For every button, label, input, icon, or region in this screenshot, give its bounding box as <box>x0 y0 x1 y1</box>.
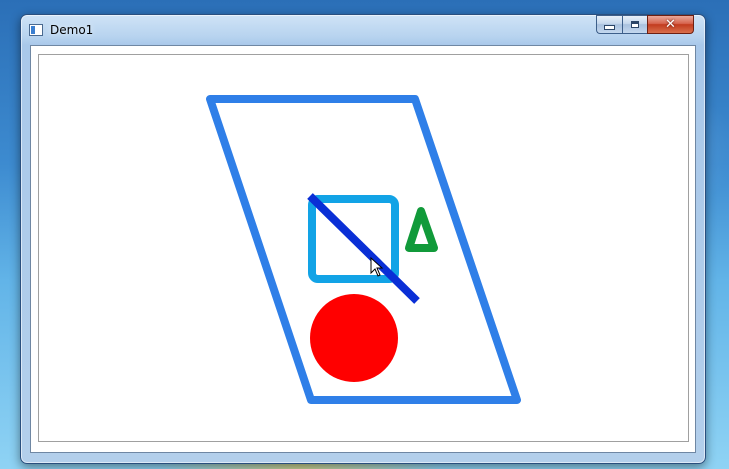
demo1-window: Demo1 ✕ <box>20 14 706 464</box>
triangle-shape[interactable] <box>405 207 438 252</box>
caption-buttons: ✕ <box>596 15 694 35</box>
drawing-canvas[interactable] <box>38 54 689 442</box>
minimize-button[interactable] <box>596 15 622 34</box>
minimize-icon <box>604 25 615 30</box>
maximize-button[interactable] <box>622 15 647 34</box>
window-title: Demo1 <box>50 23 94 37</box>
client-area[interactable] <box>30 45 696 453</box>
close-button[interactable]: ✕ <box>647 15 694 34</box>
app-icon[interactable] <box>29 24 43 36</box>
close-icon: ✕ <box>665 17 676 32</box>
maximize-icon <box>631 21 639 28</box>
shapes-drawing <box>206 95 521 404</box>
title-bar[interactable]: Demo1 ✕ <box>21 15 705 45</box>
diagonal-line-shape[interactable] <box>307 193 420 304</box>
circle-shape[interactable] <box>310 294 398 382</box>
